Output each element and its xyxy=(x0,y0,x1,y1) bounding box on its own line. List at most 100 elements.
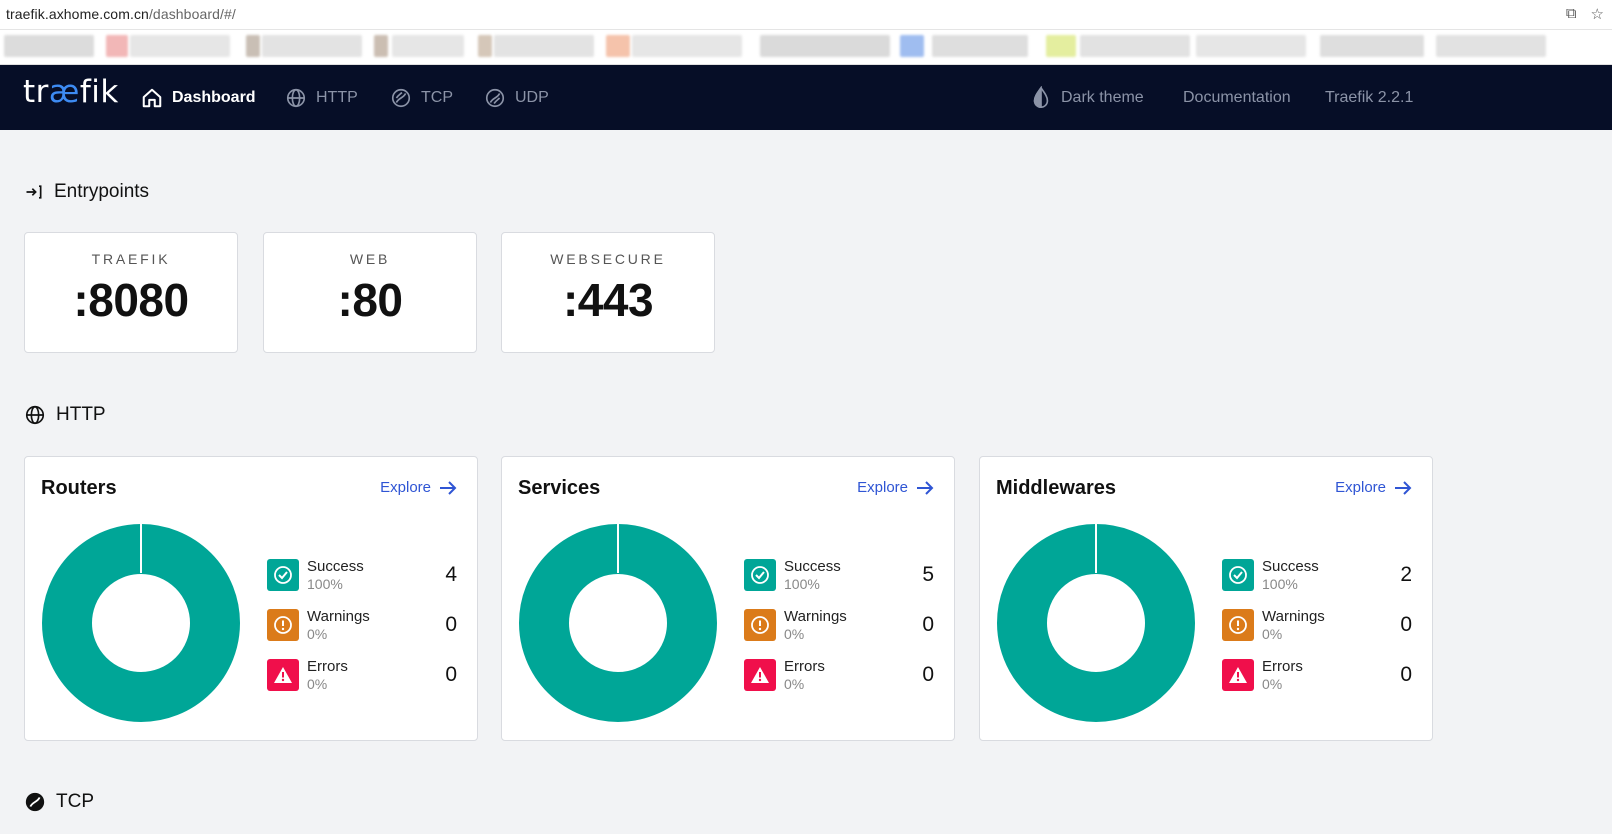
stat-row-success[interactable]: Success 100% 2 xyxy=(1222,558,1412,592)
blurred-bookmark[interactable] xyxy=(606,35,630,57)
error-triangle-icon xyxy=(274,667,292,683)
blurred-bookmark[interactable] xyxy=(106,35,128,57)
explore-label: Explore xyxy=(857,479,908,496)
stat-badge-error xyxy=(267,659,299,691)
stat-label: Warnings xyxy=(307,608,370,625)
nav-tcp[interactable]: TCP xyxy=(390,85,453,111)
blurred-bookmark[interactable] xyxy=(1320,35,1424,57)
stat-percent: 0% xyxy=(1262,676,1283,692)
entrypoint-card-traefik: TRAEFIK :8080 xyxy=(24,232,238,353)
version-label[interactable]: Traefik 2.2.1 xyxy=(1325,85,1413,111)
arrow-right-icon xyxy=(917,480,934,495)
dark-theme-toggle[interactable]: Dark theme xyxy=(1030,85,1144,111)
http-card-services: Services Explore Success 100% 5 Warnings 0% 0 Er… xyxy=(501,456,955,741)
stat-label: Errors xyxy=(784,658,825,675)
nav-dashboard[interactable]: Dashboard xyxy=(141,85,256,111)
stat-badge-warning xyxy=(267,609,299,641)
udp-icon xyxy=(485,88,505,108)
blurred-bookmark[interactable] xyxy=(932,35,1028,57)
entrypoint-port: :80 xyxy=(337,274,403,326)
stat-row-success[interactable]: Success 100% 5 xyxy=(744,558,934,592)
entrypoints-title: Entrypoints xyxy=(54,181,150,202)
stat-count: 0 xyxy=(1400,613,1412,636)
stat-badge-warning xyxy=(1222,609,1254,641)
blurred-bookmark[interactable] xyxy=(1436,35,1546,57)
stat-row-warning[interactable]: Warnings 0% 0 xyxy=(1222,608,1412,642)
nav-http[interactable]: HTTP xyxy=(285,85,358,111)
blurred-bookmark[interactable] xyxy=(374,35,388,57)
stat-count: 4 xyxy=(445,563,457,586)
blurred-bookmark[interactable] xyxy=(632,35,742,57)
nav-udp-label: UDP xyxy=(515,89,549,106)
stat-row-warning[interactable]: Warnings 0% 0 xyxy=(267,608,457,642)
http-title: HTTP xyxy=(56,404,106,425)
stat-label: Success xyxy=(307,558,364,575)
blurred-bookmark[interactable] xyxy=(262,35,362,57)
stat-percent: 0% xyxy=(784,626,805,642)
nav-tcp-label: TCP xyxy=(421,89,453,106)
blurred-bookmark[interactable] xyxy=(760,35,890,57)
blurred-bookmark[interactable] xyxy=(494,35,594,57)
globe-icon xyxy=(25,405,45,425)
stat-percent: 100% xyxy=(784,576,820,592)
check-circle-icon xyxy=(274,566,292,584)
logo-text-prefix: tr xyxy=(23,74,49,110)
logo-text-suffix: fik xyxy=(79,74,119,110)
stat-row-error[interactable]: Errors 0% 0 xyxy=(744,658,934,692)
blurred-bookmark[interactable] xyxy=(1080,35,1190,57)
status-donut-chart xyxy=(997,523,1195,722)
stat-badge-warning xyxy=(744,609,776,641)
stat-label: Errors xyxy=(1262,658,1303,675)
stat-row-error[interactable]: Errors 0% 0 xyxy=(267,658,457,692)
bookmark-star-icon[interactable]: ☆ xyxy=(1591,5,1604,23)
entrypoints-heading: Entrypoints xyxy=(24,181,149,203)
stat-label: Errors xyxy=(307,658,348,675)
explore-link[interactable]: Explore xyxy=(857,479,934,496)
stat-count: 0 xyxy=(1400,663,1412,686)
warning-circle-icon xyxy=(1229,616,1247,634)
card-title: Middlewares xyxy=(996,477,1117,499)
blurred-bookmark[interactable] xyxy=(1196,35,1306,57)
entrypoint-name: WEBSECURE xyxy=(550,251,666,267)
tcp-icon xyxy=(391,88,411,108)
explore-link[interactable]: Explore xyxy=(1335,479,1412,496)
stat-row-success[interactable]: Success 100% 4 xyxy=(267,558,457,592)
arrow-right-icon xyxy=(1395,480,1412,495)
traefik-logo[interactable]: træfik xyxy=(23,74,119,110)
logo-text-ae: æ xyxy=(48,74,80,110)
explore-label: Explore xyxy=(380,479,431,496)
warning-circle-icon xyxy=(751,616,769,634)
stat-badge-error xyxy=(1222,659,1254,691)
blurred-bookmark[interactable] xyxy=(4,35,94,57)
stat-count: 0 xyxy=(922,663,934,686)
nav-udp[interactable]: UDP xyxy=(484,85,549,111)
blurred-bookmark[interactable] xyxy=(478,35,492,57)
tcp-icon xyxy=(25,792,45,812)
url-text[interactable]: traefik.axhome.com.cn/dashboard/#/ xyxy=(6,6,236,22)
blurred-bookmark[interactable] xyxy=(392,35,464,57)
browser-address-bar[interactable]: traefik.axhome.com.cn/dashboard/#/ ⧉ ☆ xyxy=(0,0,1612,30)
stat-row-error[interactable]: Errors 0% 0 xyxy=(1222,658,1412,692)
stat-percent: 0% xyxy=(307,626,328,642)
stat-percent: 0% xyxy=(307,676,328,692)
explore-link[interactable]: Explore xyxy=(380,479,457,496)
stat-row-warning[interactable]: Warnings 0% 0 xyxy=(744,608,934,642)
tcp-title: TCP xyxy=(56,791,94,812)
stat-label: Warnings xyxy=(1262,608,1325,625)
blurred-bookmark[interactable] xyxy=(246,35,260,57)
http-heading: HTTP xyxy=(24,404,106,426)
check-circle-icon xyxy=(1229,566,1247,584)
stat-badge-success xyxy=(744,559,776,591)
blurred-bookmark[interactable] xyxy=(130,35,230,57)
globe-icon xyxy=(286,88,306,108)
stat-count: 5 xyxy=(922,563,934,586)
check-circle-icon xyxy=(751,566,769,584)
blurred-bookmark[interactable] xyxy=(900,35,924,57)
documentation-link[interactable]: Documentation xyxy=(1183,85,1291,111)
entrypoint-name: WEB xyxy=(349,251,391,267)
blurred-bookmark[interactable] xyxy=(1046,35,1076,57)
translate-icon[interactable]: ⧉ xyxy=(1566,5,1577,23)
stat-count: 0 xyxy=(445,613,457,636)
stat-percent: 0% xyxy=(1262,626,1283,642)
url-host: traefik.axhome.com.cn xyxy=(6,6,149,22)
